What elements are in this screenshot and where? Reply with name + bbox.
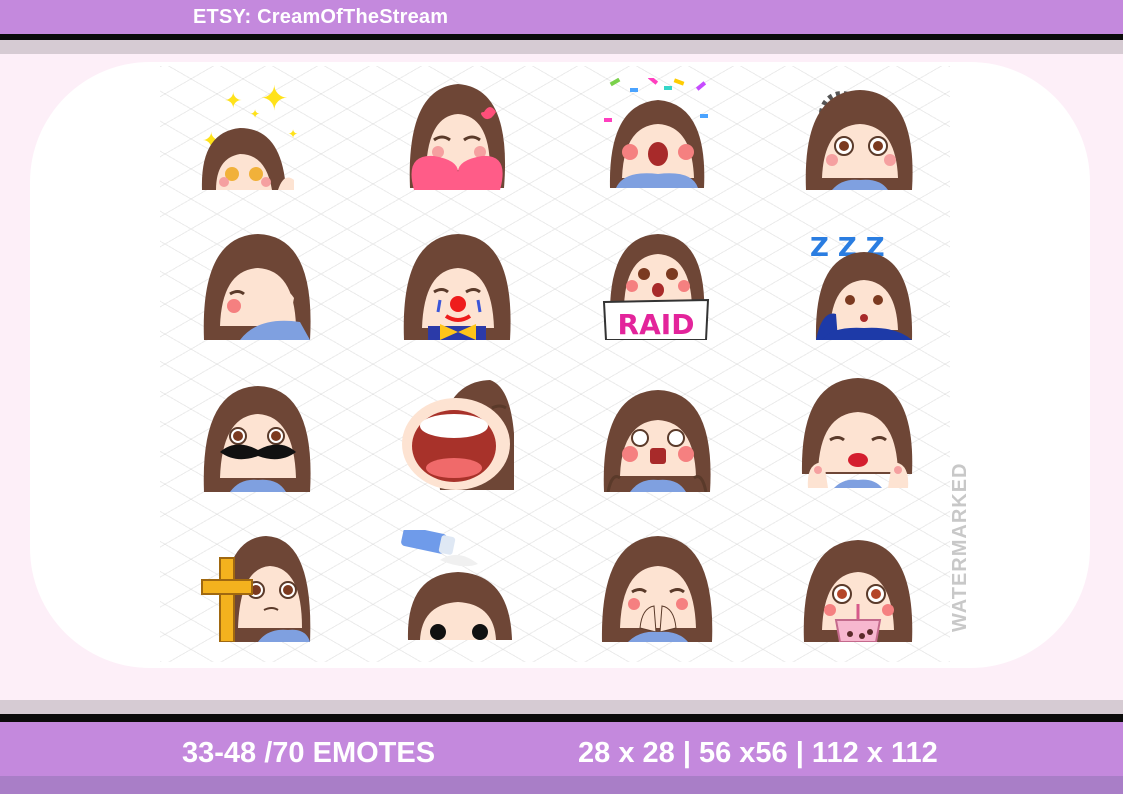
svg-text:✦: ✦ [224, 88, 242, 113]
emote-big-yell [400, 380, 514, 490]
emote-holy-cross [198, 532, 312, 642]
emote-confetti-hype [600, 78, 714, 188]
emote-sleepy-zzz: Z Z Z [802, 230, 916, 340]
emote-facepalm [200, 230, 314, 340]
emote-salty [400, 530, 514, 640]
emote-boba-sip [800, 532, 914, 642]
svg-text:✦: ✦ [250, 107, 260, 121]
emote-sizes-label: 28 x 28 | 56 x56 | 112 x 112 [578, 737, 938, 769]
watermark-text: WATERMARKED [949, 462, 971, 632]
emote-hands-face-laugh [600, 532, 714, 642]
emote-clown [400, 230, 514, 340]
emote-loading [802, 80, 916, 190]
raid-sign-text: RAID [618, 308, 695, 340]
emote-sparkle-eyes: ✦ ✦ ✦ ✦ ✦ [190, 80, 304, 190]
svg-text:✦: ✦ [288, 127, 298, 141]
top-banner: ETSY: CreamOfTheStream [0, 0, 1123, 34]
top-divider-grey [0, 40, 1123, 54]
emote-raid-sign: RAID [600, 230, 714, 340]
emote-mustache [200, 382, 314, 492]
bottom-divider-black [0, 714, 1123, 722]
emote-shocked [600, 382, 714, 492]
emote-heart-love [400, 80, 514, 190]
bottom-banner-edge [0, 776, 1123, 794]
emote-kiss [800, 378, 914, 488]
svg-text:✦: ✦ [260, 80, 289, 118]
shop-title: ETSY: CreamOfTheStream [193, 6, 449, 28]
bottom-divider-grey [0, 700, 1123, 714]
emote-count-label: 33-48 /70 EMOTES [182, 737, 436, 769]
